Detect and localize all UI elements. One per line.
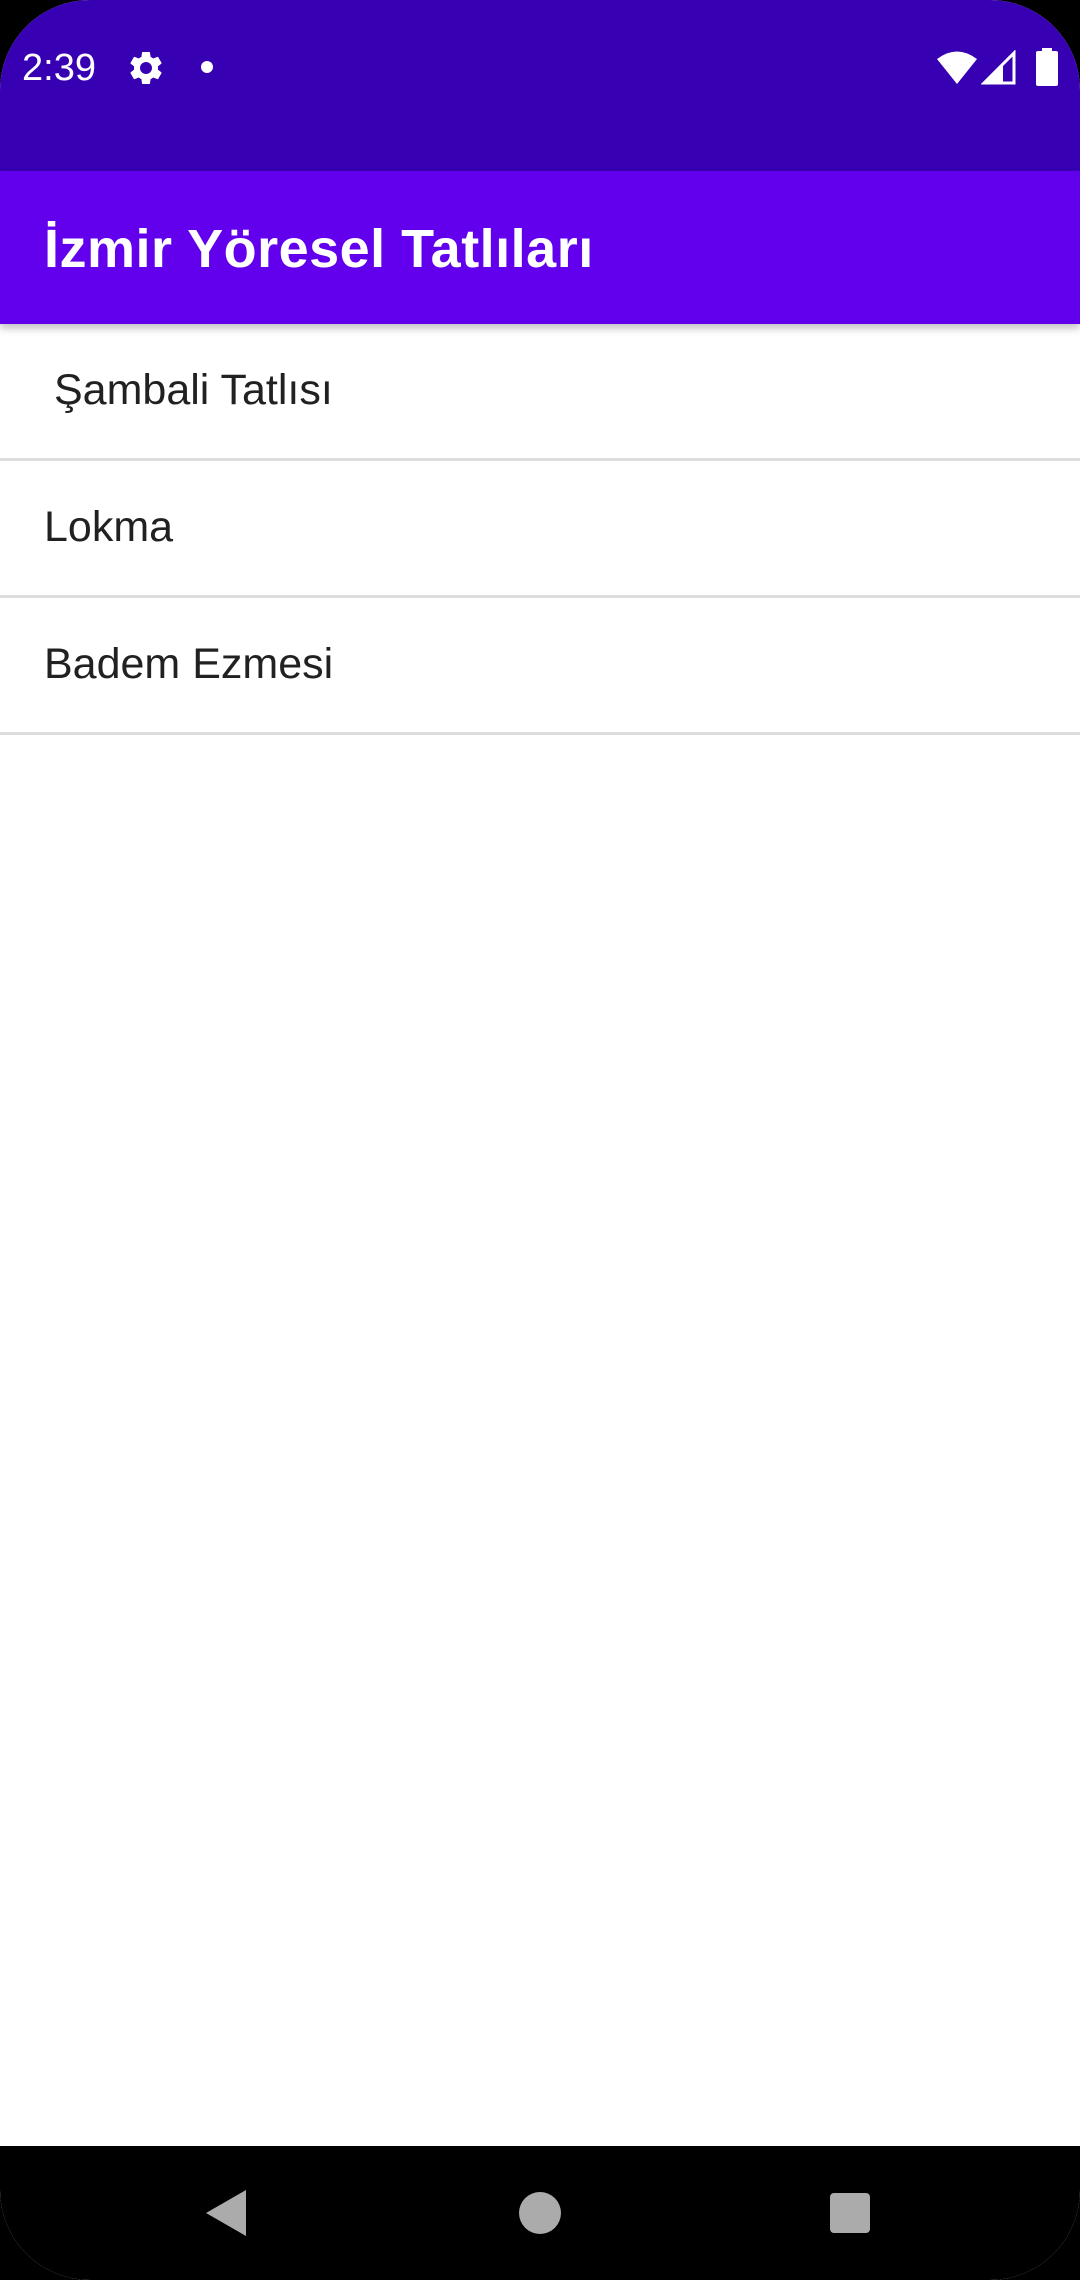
back-icon[interactable] xyxy=(206,2190,246,2236)
notification-dot-icon xyxy=(201,61,213,73)
list-item[interactable]: Badem Ezmesi xyxy=(0,598,1080,735)
home-icon[interactable] xyxy=(519,2192,561,2234)
list-item-label: Lokma xyxy=(44,503,174,551)
gear-icon xyxy=(130,51,162,84)
app-bar: İzmir Yöresel Tatlıları xyxy=(0,171,1080,324)
phone-screen: 2:39 İzmir Yöresel Tatlıları Şambali Tat… xyxy=(0,0,1080,2280)
battery-icon xyxy=(1036,48,1058,86)
recents-icon[interactable] xyxy=(830,2193,870,2233)
list-item-label: Şambali Tatlısı xyxy=(54,366,333,414)
wifi-icon xyxy=(937,51,977,84)
dessert-list: Şambali Tatlısı Lokma Badem Ezmesi xyxy=(0,324,1080,735)
list-item[interactable]: Şambali Tatlısı xyxy=(0,324,1080,461)
cell-signal-icon xyxy=(981,50,1016,85)
page-title: İzmir Yöresel Tatlıları xyxy=(44,219,594,279)
list-item-label: Badem Ezmesi xyxy=(44,640,334,688)
status-time: 2:39 xyxy=(22,47,96,89)
list-item[interactable]: Lokma xyxy=(0,461,1080,598)
status-bar: 2:39 xyxy=(0,0,1080,171)
